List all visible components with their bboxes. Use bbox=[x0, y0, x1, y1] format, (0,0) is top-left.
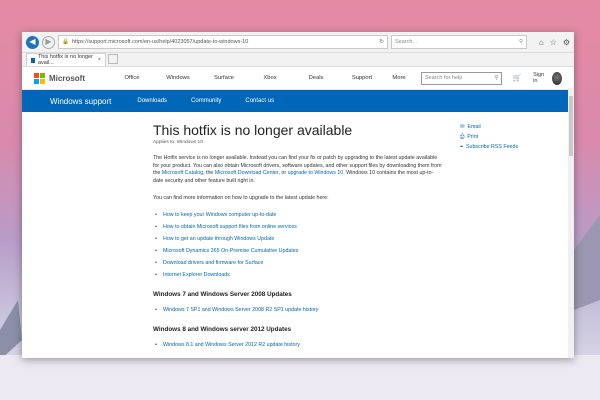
browser-window: ◀ ▶ 🔒 https://support.microsoft.com/en-u… bbox=[22, 32, 574, 358]
avatar[interactable] bbox=[552, 71, 562, 85]
support-bar: Windows support Downloads Community Cont… bbox=[22, 90, 574, 112]
tab-active[interactable]: This hotfix is no longer avail... × bbox=[26, 53, 106, 66]
lock-icon: 🔒 bbox=[62, 39, 69, 45]
new-tab-button[interactable] bbox=[108, 54, 118, 64]
list-item[interactable]: How to get an update through Windows Upd… bbox=[155, 233, 574, 245]
list-item[interactable]: Download drivers and firmware for Surfac… bbox=[155, 257, 574, 269]
close-tab-icon[interactable]: × bbox=[98, 57, 101, 63]
nav-xbox[interactable]: Xbox bbox=[247, 75, 293, 81]
tab-strip: This hotfix is no longer avail... × bbox=[22, 53, 574, 67]
link-microsoft-catalog[interactable]: Microsoft Catalog bbox=[162, 170, 203, 176]
list-item[interactable]: How to keep your Windows computer up-to-… bbox=[155, 209, 574, 221]
nav-more[interactable]: More bbox=[385, 75, 413, 81]
email-icon: ✉ bbox=[460, 124, 465, 130]
section-title-win8: Windows 8 and Windows server 2012 Update… bbox=[153, 325, 292, 333]
nav-office[interactable]: Office bbox=[109, 75, 155, 81]
browser-toolbar: ⌂ ☆ ⚙ bbox=[539, 38, 570, 47]
favorites-icon[interactable]: ☆ bbox=[550, 38, 557, 47]
nav-deals[interactable]: Deals bbox=[293, 75, 339, 81]
win8-links: Windows 8.1 and Windows Server 2012 R2 u… bbox=[153, 339, 574, 351]
win7-links: Windows 7 SP1 and Windows Server 2008 R2… bbox=[153, 304, 574, 316]
search-icon[interactable]: ⚲ bbox=[519, 39, 523, 45]
nav-surface[interactable]: Surface bbox=[201, 75, 247, 81]
rss-icon: ⌖ bbox=[460, 143, 463, 150]
forward-button[interactable]: ▶ bbox=[42, 35, 55, 49]
address-bar-row: ◀ ▶ 🔒 https://support.microsoft.com/en-u… bbox=[22, 32, 574, 53]
support-link-contact[interactable]: Contact us bbox=[245, 98, 274, 104]
support-link-downloads[interactable]: Downloads bbox=[137, 98, 167, 104]
link-upgrade-windows10[interactable]: upgrade to Windows 10 bbox=[288, 170, 344, 176]
print-icon: ⎙ bbox=[460, 133, 465, 140]
intro-paragraph: The Hotfix service is no longer availabl… bbox=[153, 155, 442, 184]
microsoft-logo-icon[interactable] bbox=[34, 72, 45, 84]
help-links-list: How to keep your Windows computer up-to-… bbox=[153, 209, 574, 281]
back-button[interactable]: ◀ bbox=[26, 35, 39, 49]
ms-search-input[interactable]: Search for help ⚲ bbox=[421, 71, 503, 85]
support-link-community[interactable]: Community bbox=[191, 98, 221, 104]
list-item[interactable]: Windows 7 SP1 and Windows Server 2008 R2… bbox=[155, 304, 574, 316]
windows-support-brand[interactable]: Windows support bbox=[50, 97, 111, 106]
scrollbar-thumb[interactable] bbox=[569, 96, 573, 156]
email-link[interactable]: ✉ Email bbox=[460, 122, 518, 132]
info-paragraph: You can find more information on how to … bbox=[153, 195, 329, 201]
favicon-icon bbox=[31, 57, 35, 63]
sign-in-link[interactable]: Sign in bbox=[533, 72, 546, 84]
settings-icon[interactable]: ⚙ bbox=[563, 38, 570, 47]
rss-link[interactable]: ⌖ Subscribe RSS Feeds bbox=[460, 142, 518, 152]
microsoft-logo-text[interactable]: Microsoft bbox=[49, 74, 85, 83]
list-item[interactable]: How to obtain Microsoft support files fr… bbox=[155, 221, 574, 233]
section-title-win7: Windows 7 and Windows Server 2008 Update… bbox=[153, 290, 292, 298]
search-icon[interactable]: ⚲ bbox=[494, 75, 498, 81]
print-link[interactable]: ⎙ Print bbox=[460, 132, 518, 142]
home-icon[interactable]: ⌂ bbox=[539, 38, 544, 47]
microsoft-header: Microsoft Office Windows Surface Xbox De… bbox=[22, 67, 574, 90]
list-item[interactable]: Microsoft Dynamics 365 On-Premise Cumula… bbox=[155, 245, 574, 257]
nav-support[interactable]: Support bbox=[339, 75, 385, 81]
link-download-center[interactable]: Microsoft Download Center bbox=[215, 170, 279, 176]
list-item[interactable]: Windows 8.1 and Windows Server 2012 R2 u… bbox=[155, 339, 574, 351]
nav-windows[interactable]: Windows bbox=[155, 75, 201, 81]
url-bar[interactable]: 🔒 https://support.microsoft.com/en-us/he… bbox=[58, 35, 388, 49]
url-text: https://support.microsoft.com/en-us/help… bbox=[71, 39, 249, 45]
cart-icon[interactable]: 🛒 bbox=[512, 74, 521, 82]
list-item[interactable]: Internet Explorer Downloads bbox=[155, 269, 574, 281]
refresh-icon[interactable]: ↻ bbox=[379, 39, 384, 45]
ms-nav: Office Windows Surface Xbox Deals Suppor… bbox=[109, 75, 413, 81]
share-sidebar: ✉ Email ⎙ Print ⌖ Subscribe RSS Feeds bbox=[460, 122, 518, 152]
browser-search-input[interactable]: Search... ⚲ bbox=[391, 35, 527, 49]
